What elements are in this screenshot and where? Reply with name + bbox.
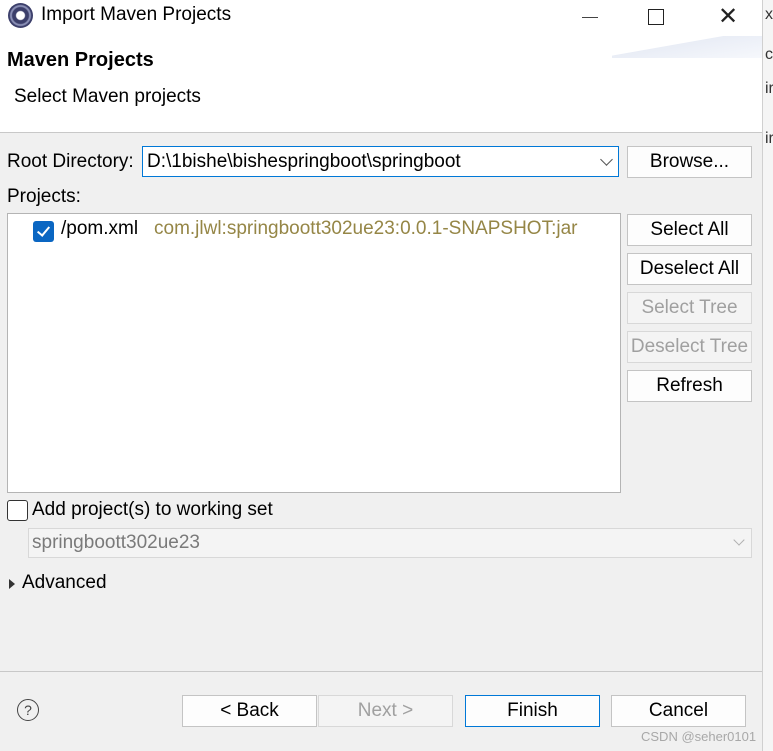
deselect-tree-button[interactable]: Deselect Tree (627, 331, 752, 363)
background-window-edge: x c ir ir (762, 0, 773, 751)
help-icon[interactable]: ? (17, 699, 39, 721)
close-button[interactable]: ✕ (698, 0, 758, 34)
header-decoration (612, 36, 762, 58)
background-glyph: x (765, 6, 773, 23)
chevron-down-icon[interactable] (733, 534, 745, 546)
title-bar: Import Maven Projects ✕ (0, 0, 773, 36)
eclipse-app-icon (8, 3, 33, 28)
background-glyph: ir (765, 130, 773, 147)
chevron-down-icon[interactable] (600, 153, 613, 166)
root-directory-label: Root Directory: (7, 151, 134, 172)
page-title: Maven Projects (7, 49, 154, 71)
refresh-button[interactable]: Refresh (627, 370, 752, 402)
working-set-checkbox[interactable] (7, 500, 28, 521)
cancel-button[interactable]: Cancel (611, 695, 746, 727)
select-tree-button[interactable]: Select Tree (627, 292, 752, 324)
minimize-button[interactable] (560, 0, 620, 34)
root-directory-value: D:\1bishe\bishespringboot\springboot (147, 151, 461, 172)
select-all-button[interactable]: Select All (627, 214, 752, 246)
advanced-section-toggle[interactable]: Advanced (22, 572, 107, 594)
projects-tree[interactable]: /pom.xml com.jlwl:springboott302ue23:0.0… (7, 213, 621, 493)
wizard-header: Maven Projects Select Maven projects (0, 36, 762, 133)
working-set-combo[interactable]: springboott302ue23 (28, 528, 752, 558)
finish-button[interactable]: Finish (465, 695, 600, 727)
background-glyph: ir (765, 80, 773, 97)
close-icon: ✕ (717, 3, 739, 30)
window-title: Import Maven Projects (41, 4, 232, 25)
working-set-value: springboott302ue23 (32, 532, 200, 553)
maximize-icon (648, 9, 664, 25)
watermark: CSDN @seher0101 (641, 729, 757, 744)
project-artifact: com.jlwl:springboott302ue23:0.0.1-SNAPSH… (154, 218, 578, 239)
back-button[interactable]: < Back (182, 695, 317, 727)
footer-divider (0, 671, 762, 672)
deselect-all-button[interactable]: Deselect All (627, 253, 752, 285)
project-path: /pom.xml (61, 218, 139, 239)
minimize-icon (582, 16, 598, 18)
root-directory-combo[interactable]: D:\1bishe\bishespringboot\springboot (142, 146, 619, 177)
next-button[interactable]: Next > (318, 695, 453, 727)
project-checkbox[interactable] (33, 221, 54, 242)
maximize-button[interactable] (626, 0, 686, 34)
working-set-label[interactable]: Add project(s) to working set (32, 499, 273, 521)
background-glyph: c (765, 46, 773, 63)
browse-button[interactable]: Browse... (627, 146, 752, 178)
projects-label: Projects: (7, 186, 81, 207)
page-subtitle: Select Maven projects (14, 86, 201, 107)
expand-arrow-icon[interactable] (9, 579, 15, 589)
